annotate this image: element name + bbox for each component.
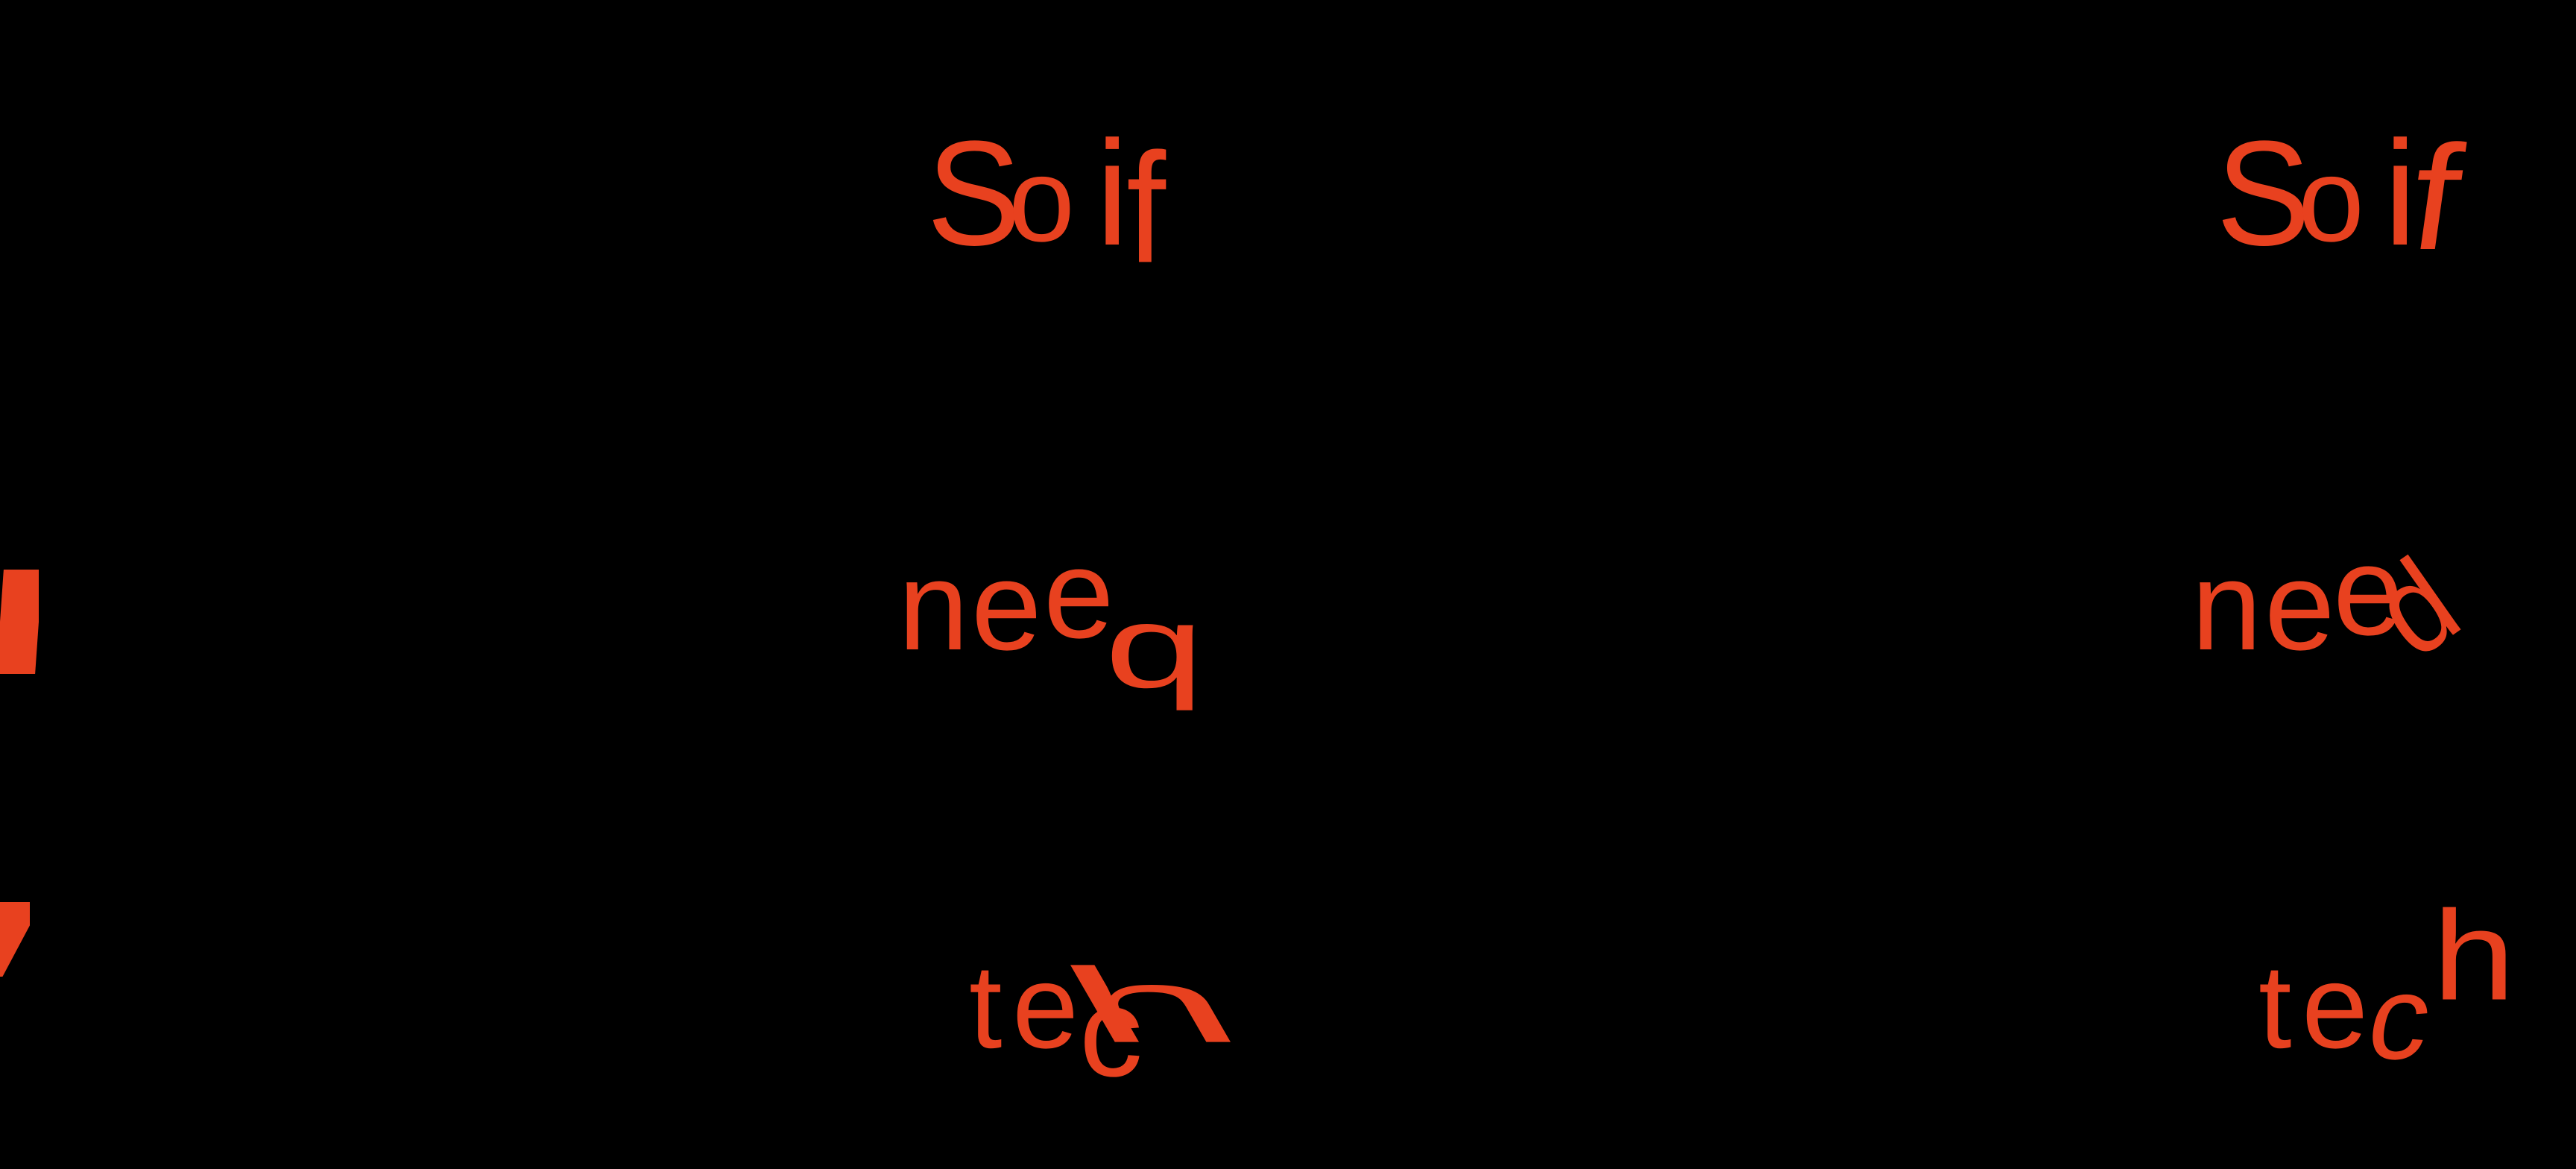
letter-e: e [2264, 535, 2335, 677]
letter-h: h [1040, 945, 1254, 1065]
letter-n: n [2191, 535, 2262, 677]
letter-i: i [1096, 110, 1129, 277]
letter-s: S [926, 110, 1021, 277]
letter-n: n [898, 535, 969, 677]
letter-e: e [2302, 939, 2368, 1073]
left-edge-fragment-bottom [0, 902, 30, 984]
left-edge-fragment-top [0, 567, 39, 678]
canvas: S o i f n e e d t e c h S o i f n e e d … [0, 0, 2576, 1169]
letter-h: h [2432, 884, 2516, 1027]
letter-f: f [1126, 121, 1166, 296]
letter-o: o [1008, 133, 1075, 266]
letter-t: t [969, 939, 1003, 1073]
line-need: n e e d [898, 531, 1286, 731]
line-tech: t e c h [2258, 884, 2572, 1085]
letter-s: S [2216, 110, 2311, 277]
line-tech: t e c h [969, 902, 1357, 1096]
letter-d: d [1104, 599, 1200, 731]
letter-e: e [1044, 523, 1114, 665]
letter-e: e [971, 535, 1042, 677]
line-so-if: S o i f [924, 110, 1208, 287]
letter-o: o [2298, 133, 2364, 266]
letter-c: c [2358, 951, 2437, 1084]
line-need: n e e d [2191, 528, 2504, 686]
line-so-if: S o i f [2214, 110, 2497, 281]
letter-t: t [2258, 939, 2292, 1073]
